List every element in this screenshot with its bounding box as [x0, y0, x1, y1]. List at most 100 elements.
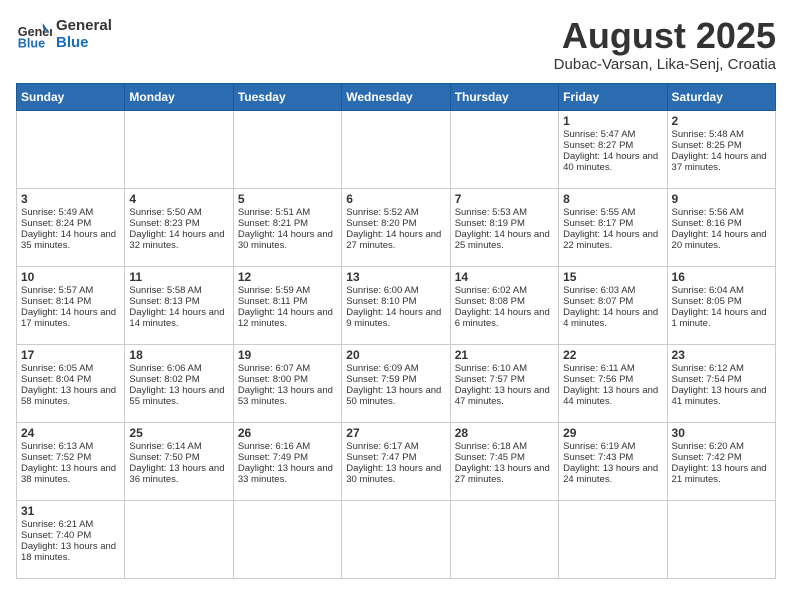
- day-info: Sunset: 8:21 PM: [238, 218, 337, 229]
- calendar-week-6: 31Sunrise: 6:21 AMSunset: 7:40 PMDayligh…: [17, 500, 776, 578]
- day-info: Sunrise: 5:57 AM: [21, 285, 120, 296]
- day-info: Daylight: 14 hours and 32 minutes.: [129, 229, 228, 251]
- day-number: 20: [346, 348, 445, 362]
- day-info: Sunset: 7:42 PM: [672, 452, 771, 463]
- day-number: 10: [21, 270, 120, 284]
- day-info: Daylight: 13 hours and 18 minutes.: [21, 541, 120, 563]
- day-info: Daylight: 14 hours and 6 minutes.: [455, 307, 554, 329]
- day-info: Daylight: 13 hours and 36 minutes.: [129, 463, 228, 485]
- day-info: Daylight: 13 hours and 21 minutes.: [672, 463, 771, 485]
- day-info: Sunrise: 6:20 AM: [672, 441, 771, 452]
- calendar-cell: [17, 110, 125, 188]
- calendar-week-1: 1Sunrise: 5:47 AMSunset: 8:27 PMDaylight…: [17, 110, 776, 188]
- day-info: Daylight: 14 hours and 20 minutes.: [672, 229, 771, 251]
- weekday-header-sunday: Sunday: [17, 83, 125, 110]
- day-number: 16: [672, 270, 771, 284]
- day-info: Sunrise: 6:18 AM: [455, 441, 554, 452]
- generalblue-logo-icon: General Blue: [16, 16, 52, 52]
- calendar-cell: 21Sunrise: 6:10 AMSunset: 7:57 PMDayligh…: [450, 344, 558, 422]
- calendar-body: 1Sunrise: 5:47 AMSunset: 8:27 PMDaylight…: [17, 110, 776, 578]
- calendar-cell: 26Sunrise: 6:16 AMSunset: 7:49 PMDayligh…: [233, 422, 341, 500]
- day-info: Sunset: 8:05 PM: [672, 296, 771, 307]
- day-number: 24: [21, 426, 120, 440]
- day-number: 5: [238, 192, 337, 206]
- day-info: Sunset: 8:14 PM: [21, 296, 120, 307]
- day-number: 22: [563, 348, 662, 362]
- day-info: Sunrise: 6:06 AM: [129, 363, 228, 374]
- day-info: Sunset: 8:23 PM: [129, 218, 228, 229]
- day-number: 3: [21, 192, 120, 206]
- calendar-title: August 2025: [554, 16, 776, 56]
- day-info: Sunset: 8:13 PM: [129, 296, 228, 307]
- calendar-cell: [450, 500, 558, 578]
- calendar-cell: 13Sunrise: 6:00 AMSunset: 8:10 PMDayligh…: [342, 266, 450, 344]
- calendar-cell: [342, 110, 450, 188]
- day-info: Sunset: 7:45 PM: [455, 452, 554, 463]
- weekday-header-wednesday: Wednesday: [342, 83, 450, 110]
- calendar-header: SundayMondayTuesdayWednesdayThursdayFrid…: [17, 83, 776, 110]
- calendar-cell: 6Sunrise: 5:52 AMSunset: 8:20 PMDaylight…: [342, 188, 450, 266]
- calendar-cell: 19Sunrise: 6:07 AMSunset: 8:00 PMDayligh…: [233, 344, 341, 422]
- day-info: Sunset: 7:57 PM: [455, 374, 554, 385]
- calendar-cell: [450, 110, 558, 188]
- title-area: August 2025 Dubac-Varsan, Lika-Senj, Cro…: [554, 16, 776, 73]
- day-info: Sunrise: 5:52 AM: [346, 207, 445, 218]
- calendar-cell: 16Sunrise: 6:04 AMSunset: 8:05 PMDayligh…: [667, 266, 775, 344]
- day-info: Sunset: 8:07 PM: [563, 296, 662, 307]
- day-info: Sunset: 8:00 PM: [238, 374, 337, 385]
- day-number: 27: [346, 426, 445, 440]
- calendar-cell: 5Sunrise: 5:51 AMSunset: 8:21 PMDaylight…: [233, 188, 341, 266]
- calendar-week-2: 3Sunrise: 5:49 AMSunset: 8:24 PMDaylight…: [17, 188, 776, 266]
- day-number: 13: [346, 270, 445, 284]
- day-info: Sunrise: 6:09 AM: [346, 363, 445, 374]
- day-number: 26: [238, 426, 337, 440]
- logo-blue: Blue: [56, 34, 112, 51]
- calendar-cell: 15Sunrise: 6:03 AMSunset: 8:07 PMDayligh…: [559, 266, 667, 344]
- day-number: 30: [672, 426, 771, 440]
- day-info: Daylight: 13 hours and 44 minutes.: [563, 385, 662, 407]
- day-number: 7: [455, 192, 554, 206]
- calendar-cell: [233, 500, 341, 578]
- day-info: Sunset: 7:40 PM: [21, 530, 120, 541]
- header: General Blue General Blue August 2025 Du…: [16, 16, 776, 73]
- day-info: Sunrise: 6:07 AM: [238, 363, 337, 374]
- day-info: Sunrise: 5:50 AM: [129, 207, 228, 218]
- day-info: Sunset: 7:50 PM: [129, 452, 228, 463]
- day-info: Sunrise: 5:47 AM: [563, 129, 662, 140]
- day-info: Sunset: 8:17 PM: [563, 218, 662, 229]
- day-info: Sunset: 8:27 PM: [563, 140, 662, 151]
- day-info: Sunrise: 6:04 AM: [672, 285, 771, 296]
- day-number: 2: [672, 114, 771, 128]
- calendar-cell: 23Sunrise: 6:12 AMSunset: 7:54 PMDayligh…: [667, 344, 775, 422]
- day-info: Sunset: 8:08 PM: [455, 296, 554, 307]
- day-info: Daylight: 14 hours and 14 minutes.: [129, 307, 228, 329]
- day-info: Daylight: 14 hours and 9 minutes.: [346, 307, 445, 329]
- calendar-cell: 24Sunrise: 6:13 AMSunset: 7:52 PMDayligh…: [17, 422, 125, 500]
- day-number: 31: [21, 504, 120, 518]
- logo-general: General: [56, 17, 112, 34]
- weekday-header-saturday: Saturday: [667, 83, 775, 110]
- calendar-cell: [125, 500, 233, 578]
- day-info: Daylight: 13 hours and 50 minutes.: [346, 385, 445, 407]
- day-info: Sunrise: 6:12 AM: [672, 363, 771, 374]
- day-info: Sunset: 8:02 PM: [129, 374, 228, 385]
- calendar-subtitle: Dubac-Varsan, Lika-Senj, Croatia: [554, 56, 776, 73]
- weekday-header-row: SundayMondayTuesdayWednesdayThursdayFrid…: [17, 83, 776, 110]
- calendar-cell: 2Sunrise: 5:48 AMSunset: 8:25 PMDaylight…: [667, 110, 775, 188]
- calendar-cell: 4Sunrise: 5:50 AMSunset: 8:23 PMDaylight…: [125, 188, 233, 266]
- calendar-cell: 7Sunrise: 5:53 AMSunset: 8:19 PMDaylight…: [450, 188, 558, 266]
- day-info: Sunset: 8:24 PM: [21, 218, 120, 229]
- day-info: Sunrise: 5:59 AM: [238, 285, 337, 296]
- day-info: Daylight: 14 hours and 25 minutes.: [455, 229, 554, 251]
- day-number: 29: [563, 426, 662, 440]
- day-info: Daylight: 14 hours and 4 minutes.: [563, 307, 662, 329]
- calendar-cell: 30Sunrise: 6:20 AMSunset: 7:42 PMDayligh…: [667, 422, 775, 500]
- day-info: Daylight: 13 hours and 24 minutes.: [563, 463, 662, 485]
- day-info: Sunrise: 5:53 AM: [455, 207, 554, 218]
- day-info: Sunrise: 6:19 AM: [563, 441, 662, 452]
- calendar-week-3: 10Sunrise: 5:57 AMSunset: 8:14 PM Dayligh…: [17, 266, 776, 344]
- calendar-cell: 10Sunrise: 5:57 AMSunset: 8:14 PMDayligh…: [17, 266, 125, 344]
- day-info: Sunset: 7:59 PM: [346, 374, 445, 385]
- day-info: Daylight: 14 hours and 35 minutes.: [21, 229, 120, 251]
- day-info: Sunset: 7:49 PM: [238, 452, 337, 463]
